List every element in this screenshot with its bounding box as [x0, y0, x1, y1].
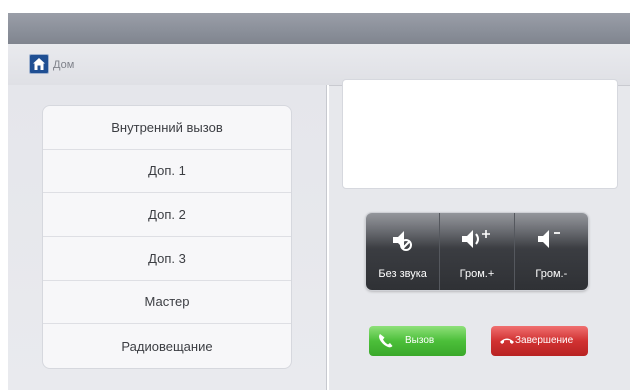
- speaker-mute-icon: [392, 231, 412, 251]
- menu-item-extra-3[interactable]: Доп. 3: [43, 237, 291, 281]
- left-pane: Внутренний вызов Доп. 1 Доп. 2 Доп. 3 Ма…: [8, 85, 326, 390]
- phone-icon: [379, 334, 393, 348]
- volume-down-label: Гром.-: [535, 268, 568, 280]
- menu-item-broadcast[interactable]: Радиовещание: [43, 324, 291, 368]
- mute-button[interactable]: Без звука: [366, 213, 441, 290]
- volume-down-button[interactable]: Гром.-: [514, 213, 588, 290]
- menu-item-extra-1[interactable]: Доп. 1: [43, 150, 291, 194]
- mute-label: Без звука: [378, 268, 427, 280]
- menu-item-master[interactable]: Мастер: [43, 281, 291, 325]
- audio-controls: Без звука Гром.+ Гром.-: [366, 213, 588, 290]
- video-display: [342, 79, 618, 189]
- pane-divider: [326, 85, 329, 390]
- breadcrumb: Дом: [53, 59, 75, 71]
- hangup-icon: [500, 338, 514, 344]
- volume-down-icon: [538, 230, 561, 248]
- volume-up-label: Гром.+: [459, 268, 495, 280]
- end-call-button-label: Завершение: [515, 335, 574, 346]
- call-button[interactable]: Вызов: [369, 326, 466, 356]
- menu-item-extra-2[interactable]: Доп. 2: [43, 193, 291, 237]
- title-bar: [8, 13, 630, 44]
- call-button-label: Вызов: [405, 335, 435, 346]
- menu-item-intercom[interactable]: Внутренний вызов: [43, 106, 291, 150]
- volume-up-icon: [461, 230, 490, 248]
- call-menu: Внутренний вызов Доп. 1 Доп. 2 Доп. 3 Ма…: [42, 105, 292, 369]
- home-icon[interactable]: [29, 54, 49, 74]
- end-call-button[interactable]: Завершение: [491, 326, 588, 356]
- volume-up-button[interactable]: Гром.+: [440, 213, 515, 290]
